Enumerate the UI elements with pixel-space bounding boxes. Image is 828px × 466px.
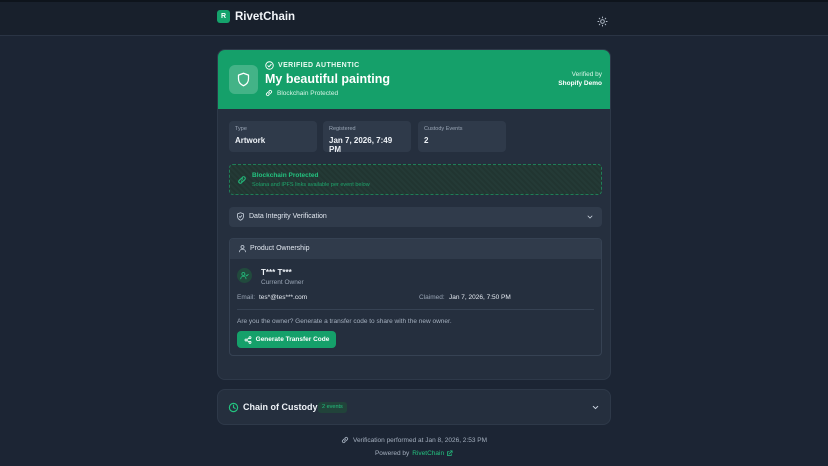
verified-badge: VERIFIED AUTHENTIC <box>265 61 360 70</box>
powered-by: Powered by RivetChain <box>0 450 828 457</box>
data-integrity-accordion[interactable]: Data Integrity Verification <box>229 207 602 227</box>
owner-name: T*** T*** <box>261 268 292 277</box>
chevron-down-icon <box>592 405 599 410</box>
blockchain-subtitle: Solana and IPFS links available per even… <box>252 182 370 188</box>
owner-role: Current Owner <box>261 279 304 286</box>
link-icon <box>265 89 273 97</box>
external-link-icon[interactable] <box>446 450 453 457</box>
blockchain-protected-box: Blockchain Protected Solana and IPFS lin… <box>229 164 602 195</box>
clock-icon <box>228 402 239 413</box>
verified-by: Verified by Shopify Demo <box>558 71 602 87</box>
share-icon <box>244 335 252 344</box>
top-bar: R RivetChain <box>0 0 828 36</box>
powered-by-label: Powered by <box>374 450 410 457</box>
blockchain-title: Blockchain Protected <box>252 172 319 179</box>
ownership-title: Product Ownership <box>250 245 310 252</box>
divider <box>237 309 594 310</box>
avatar <box>237 268 252 283</box>
stat-label: Type <box>235 126 247 132</box>
user-icon <box>239 245 246 253</box>
generate-transfer-code-button[interactable]: Generate Transfer Code <box>237 331 336 348</box>
sun-icon <box>597 16 608 27</box>
claimed-value: Jan 7, 2026, 7:50 PM <box>449 294 511 301</box>
transfer-button-label: Generate Transfer Code <box>255 336 330 343</box>
protected-indicator: Blockchain Protected <box>265 89 338 97</box>
custody-title: Chain of Custody <box>243 402 318 412</box>
verification-timestamp: Verification performed at Jan 8, 2026, 2… <box>0 436 828 444</box>
stat-registered: Registered Jan 7, 2026, 7:49 PM <box>323 121 411 154</box>
check-circle-icon <box>265 61 274 70</box>
verified-by-name: Shopify Demo <box>558 80 602 87</box>
user-check-icon <box>240 272 249 280</box>
stat-value: 2 <box>424 136 429 145</box>
stat-label: Registered <box>329 126 356 132</box>
brand-logo[interactable]: R RivetChain <box>217 10 295 23</box>
link-icon <box>341 436 348 444</box>
stat-type: Type Artwork <box>229 121 317 152</box>
theme-toggle-button[interactable] <box>597 14 608 27</box>
verification-card: VERIFIED AUTHENTIC My beautiful painting… <box>217 49 611 380</box>
verification-hero: VERIFIED AUTHENTIC My beautiful painting… <box>218 50 610 109</box>
verified-by-label: Verified by <box>571 71 602 78</box>
link-icon <box>238 176 246 184</box>
brand-name: RivetChain <box>235 10 296 23</box>
verified-label: VERIFIED AUTHENTIC <box>278 62 360 69</box>
email-value: tes*@tes***.com <box>259 294 308 301</box>
shield-badge <box>229 65 258 94</box>
stat-custody-events: Custody Events 2 <box>418 121 506 152</box>
stat-label: Custody Events <box>424 126 463 132</box>
product-ownership-panel: Product Ownership T*** T*** Current Owne… <box>229 238 602 356</box>
stat-value: Jan 7, 2026, 7:49 PM <box>329 136 393 154</box>
verification-text: Verification performed at Jan 8, 2026, 2… <box>352 436 488 444</box>
custody-count-badge: 2 events <box>318 402 347 413</box>
chain-of-custody-accordion[interactable]: Chain of Custody 2 events <box>217 389 611 425</box>
product-title: My beautiful painting <box>265 72 390 86</box>
claimed-label: Claimed: <box>419 294 445 301</box>
ownership-header: Product Ownership <box>230 239 601 259</box>
email-label: Email: <box>237 294 256 301</box>
rivetchain-link[interactable]: RivetChain <box>412 450 444 457</box>
protected-label: Blockchain Protected <box>277 89 339 97</box>
data-integrity-label: Data Integrity Verification <box>249 213 327 220</box>
transfer-prompt: Are you the owner? Generate a transfer c… <box>237 318 452 325</box>
chevron-down-icon <box>587 215 593 219</box>
shield-check-icon <box>237 212 244 221</box>
shield-icon <box>237 72 250 87</box>
brand-mark: R <box>217 10 230 23</box>
stat-value: Artwork <box>235 136 266 145</box>
